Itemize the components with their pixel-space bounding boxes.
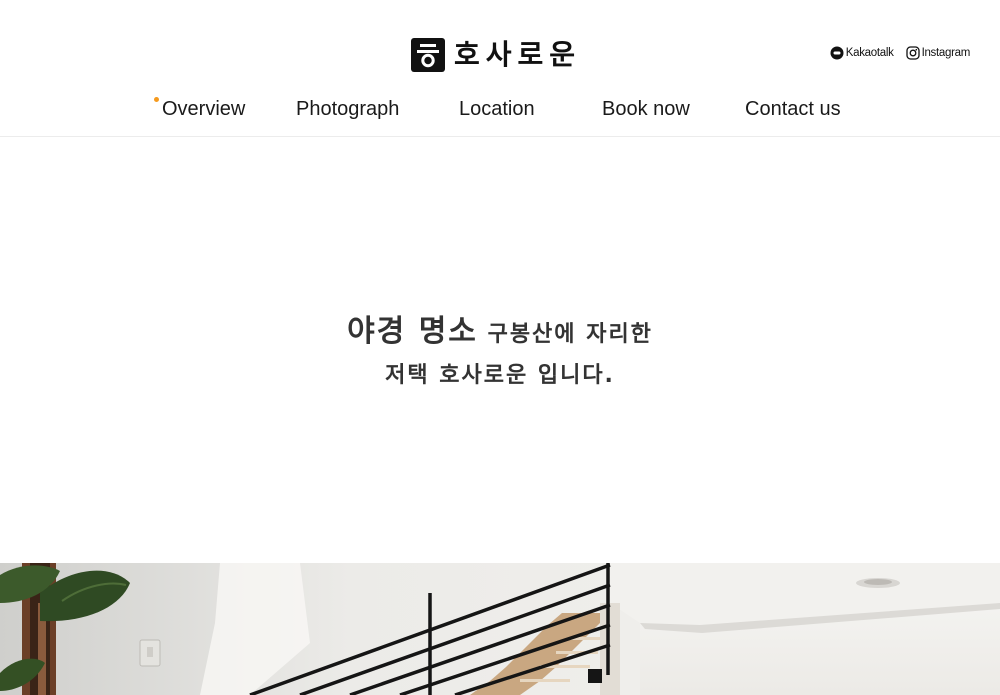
nav-item-location[interactable]: Location [459, 95, 535, 123]
nav-item-book-now[interactable]: Book now [602, 95, 690, 123]
hero-section [0, 137, 1000, 563]
nav-item-photograph[interactable]: Photograph [296, 95, 399, 123]
nav-item-label: Book now [602, 98, 690, 120]
nav-item-overview[interactable]: Overview [154, 95, 246, 123]
instagram-icon [905, 46, 920, 60]
nav-item-label: Photograph [296, 98, 400, 120]
kakaotalk-label: Kakaotalk [845, 47, 894, 59]
hero-headline-line1: 야경 명소 구봉산에 자리한 [0, 306, 1000, 350]
social-links: Kakaotalk Instagram [830, 46, 970, 60]
active-indicator-dot [154, 97, 159, 102]
hero-line1-rest: 구봉산에 자리한 [477, 322, 653, 347]
main-nav: Overview Photograph Location Book now Co… [0, 95, 1000, 123]
kakao-chat-icon [830, 46, 844, 60]
logo-mark-icon [411, 38, 445, 72]
nav-item-label: Overview [162, 98, 246, 120]
instagram-label: Instagram [921, 47, 971, 59]
nav-item-label: Location [459, 98, 535, 120]
brand-logo[interactable]: 호사로운 [411, 36, 581, 74]
brand-name: 호사로운 [454, 38, 582, 71]
hero-emphasis: 야경 명소 [347, 314, 478, 349]
nav-item-contact-us[interactable]: Contact us [745, 95, 841, 123]
instagram-link[interactable]: Instagram [905, 46, 971, 60]
site-header: 호사로운 Kakaotalk Instagram Overview Photog… [0, 0, 1000, 137]
nav-item-label: Contact us [745, 98, 841, 120]
kakaotalk-link[interactable]: Kakaotalk [830, 46, 894, 60]
hero-headline-line2: 저택 호사로운 입니다. [385, 363, 615, 388]
interior-staircase-photo [0, 563, 1000, 695]
